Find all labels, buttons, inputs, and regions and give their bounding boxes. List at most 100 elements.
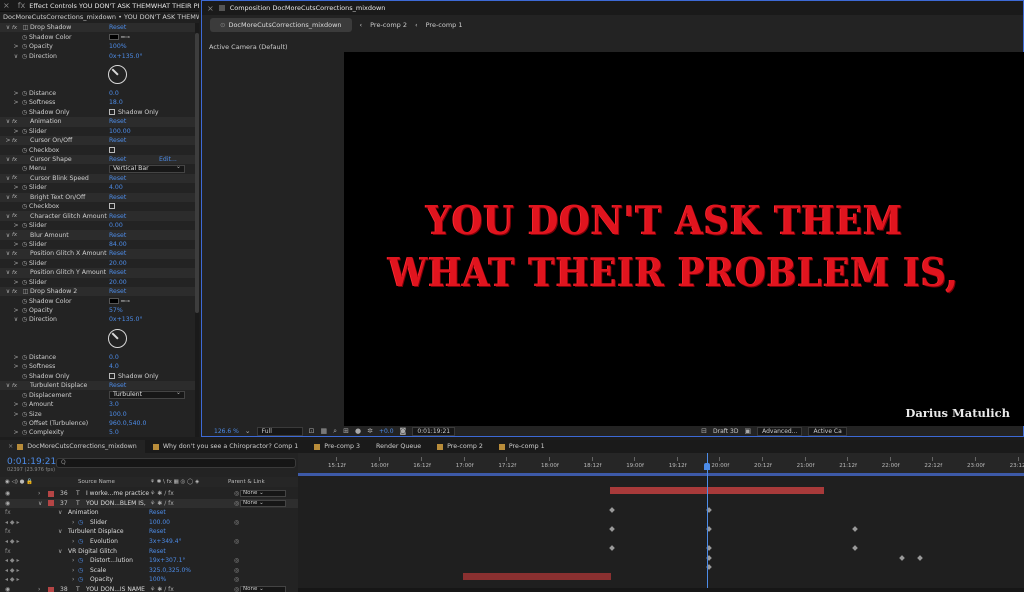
property-value[interactable]: 100.00 (149, 519, 170, 526)
edit-button[interactable]: Edit... (159, 156, 177, 163)
chevron-down-icon[interactable]: ∨ (4, 250, 12, 257)
keyframe-nav-icon[interactable]: ◂ ◆ ▸ (5, 557, 19, 564)
snapshot-icon[interactable]: ◙ (400, 427, 407, 435)
reset-button[interactable]: Reset (149, 509, 166, 516)
property-row[interactable]: ◂ ◆ ▸ › ◷ Scale 325.0,325.0% ◎ (0, 566, 298, 575)
checkbox[interactable]: Shadow Only (109, 372, 159, 380)
effect-property[interactable]: > ◷ Opacity 100% (0, 42, 199, 51)
reset-button[interactable]: Reset (149, 528, 166, 535)
stopwatch-icon[interactable]: ◷ (78, 576, 83, 583)
effect-property[interactable]: ◷ Offset (Turbulence) 960.0,540.0 (0, 419, 199, 428)
stopwatch-icon[interactable]: ◷ (78, 557, 83, 564)
crumb-precomp-1[interactable]: Pre-comp 1 (426, 21, 463, 29)
resolution-select[interactable]: Full (256, 426, 303, 436)
tab-precomp-2[interactable]: Pre-comp 2 (429, 440, 491, 453)
effect-property[interactable]: > ◷ Slider 100.00 (0, 127, 199, 136)
stopwatch-icon[interactable]: ◷ (20, 279, 29, 286)
crumb-main[interactable]: ⊙ DocMoreCutsCorrections_mixdown (210, 18, 352, 32)
stopwatch-icon[interactable]: ◷ (78, 519, 83, 526)
chevron-down-icon[interactable]: ∨ (4, 118, 12, 125)
pickwhip-icon[interactable]: ◎ (234, 586, 239, 592)
property-value[interactable]: 20.00 (109, 260, 127, 267)
checkbox[interactable]: Shadow Only (109, 108, 159, 116)
stopwatch-icon[interactable]: ◷ (20, 411, 29, 418)
chevron-down-icon[interactable]: ∨ (4, 175, 12, 182)
chevron-right-icon[interactable]: › (38, 586, 40, 592)
reset-button[interactable]: Reset (109, 156, 126, 163)
property-value[interactable]: 4.0 (109, 363, 119, 370)
stopwatch-icon[interactable]: ◷ (20, 316, 29, 323)
active-camera-select[interactable]: Active Ca (808, 426, 847, 436)
pickwhip-icon[interactable]: ◎ (234, 490, 239, 497)
source-name-header[interactable]: Source Name (78, 479, 115, 485)
layer-row[interactable]: ◉ › 36 T I worke...me practice ⚘ ✱ ∕ fx ◎ None … (0, 489, 298, 498)
property-value[interactable]: 0x+135.0° (109, 316, 143, 323)
effect-property[interactable]: > ◷ Softness 18.0 (0, 98, 199, 107)
effect-controls-tab[interactable]: × fx Effect Controls YOU DON'T ASK THEMW… (0, 0, 199, 12)
fx-icon[interactable]: fx (5, 509, 11, 516)
chevron-right-icon[interactable]: › (72, 567, 74, 574)
exposure-icon[interactable]: ✲ (367, 427, 373, 435)
scrollbar-thumb[interactable] (195, 33, 199, 313)
effect-header[interactable]: ∨ fx ◫ Drop Shadow 2 Reset (0, 286, 199, 297)
guides-icon[interactable]: ⊞ (343, 427, 349, 435)
close-icon[interactable]: × (8, 443, 13, 450)
property-row[interactable]: ◂ ◆ ▸ › ◷ Distort...lution 19x+307.1° ◎ (0, 556, 298, 565)
mask-icon[interactable]: ⌕ (333, 427, 337, 436)
direction-dial[interactable] (0, 325, 199, 353)
stopwatch-icon[interactable]: ◷ (20, 184, 29, 191)
composition-tab[interactable]: × Composition DocMoreCutsCorrections_mix… (202, 1, 1023, 15)
angle-dial-icon[interactable] (108, 329, 127, 349)
reset-button[interactable]: Reset (109, 175, 126, 182)
effect-property[interactable]: > ◷ Slider 84.00 (0, 240, 199, 249)
reset-button[interactable]: Reset (109, 24, 126, 31)
chevron-right-icon[interactable]: > (12, 411, 20, 418)
3d-draft-icon[interactable]: ⊟ (701, 427, 707, 435)
chevron-right-icon[interactable]: > (4, 137, 12, 144)
stopwatch-icon[interactable]: ◷ (20, 109, 29, 116)
fx-toggle-icon[interactable]: fx (12, 232, 21, 238)
chevron-down-icon[interactable]: ∨ (4, 232, 12, 239)
pickwhip-icon[interactable]: ◎ (234, 576, 239, 583)
layer-row[interactable]: ◉ ∨ 37 T YOU DON...BLEM IS, ⚘ ✱ ∕ fx ◎ None ⌄ (0, 498, 298, 508)
fx-toggle-icon[interactable]: fx (12, 194, 21, 200)
reset-button[interactable]: Reset (109, 137, 126, 144)
chevron-down-icon[interactable]: ∨ (12, 53, 20, 60)
view-layout-icon[interactable]: ▣ (744, 427, 751, 435)
stopwatch-icon[interactable]: ◷ (20, 241, 29, 248)
chevron-down-icon[interactable]: ∨ (4, 269, 12, 276)
chevron-right-icon[interactable]: > (12, 354, 20, 361)
effect-property[interactable]: > ◷ Slider 4.00 (0, 183, 199, 192)
property-value[interactable]: 57% (109, 307, 123, 314)
chevron-right-icon[interactable]: ∨ (58, 509, 62, 516)
zoom-level[interactable]: 126.6 % (214, 428, 239, 435)
effect-property[interactable]: ◷ Displacement Turbulent (0, 390, 199, 400)
property-row[interactable]: ◂ ◆ ▸ › ◷ Evolution 3x+349.4° ◎ (0, 537, 298, 546)
reset-button[interactable]: Reset (109, 288, 126, 295)
chevron-right-icon[interactable]: > (12, 363, 20, 370)
advanced-select[interactable]: Advanced... (757, 426, 803, 436)
property-row[interactable]: ◂ ◆ ▸ › ◷ Slider 100.00 ◎ (0, 518, 298, 527)
current-time[interactable]: 0:01:19:21 (412, 426, 456, 436)
transparency-grid-icon[interactable]: ▦ (321, 427, 328, 435)
timeline-timecode[interactable]: 0:01:19:21 (7, 457, 56, 467)
property-value[interactable]: 0.0 (109, 354, 119, 361)
chevron-down-icon[interactable]: ∨ (4, 213, 12, 220)
layer-row[interactable]: ◉ › 38 T YOU DON...IS NAME ⚘ ✱ ∕ fx ◎ None ⌄ (0, 585, 298, 592)
fx-toggle-icon[interactable]: fx (12, 119, 21, 125)
chevron-right-icon[interactable]: > (12, 43, 20, 50)
chevron-right-icon[interactable]: > (12, 222, 20, 229)
stopwatch-icon[interactable]: ◷ (20, 34, 29, 41)
effect-header[interactable]: ∨ fx Cursor Shape Reset Edit... (0, 154, 199, 165)
current-time-indicator[interactable] (707, 453, 708, 592)
chevron-right-icon[interactable]: ∨ (58, 528, 62, 535)
effect-property[interactable]: ∨ ◷ Direction 0x+135.0° (0, 51, 199, 60)
parent-select[interactable]: None ⌄ (240, 586, 286, 592)
crumb-precomp-2[interactable]: Pre-comp 2 (370, 21, 407, 29)
switches-icon[interactable]: ⚘ ✱ ∕ fx (150, 490, 174, 497)
fx-toggle-icon[interactable]: fx (12, 138, 21, 144)
stopwatch-icon[interactable]: ◷ (20, 53, 29, 60)
timeline-graph[interactable]: 15:12f 16:00f 16:12f 17:00f 17:12f 18:00f 18:1… (298, 453, 1024, 592)
keyframe-icon[interactable] (899, 554, 905, 561)
effect-property[interactable]: > ◷ Size 100.0 (0, 409, 199, 418)
